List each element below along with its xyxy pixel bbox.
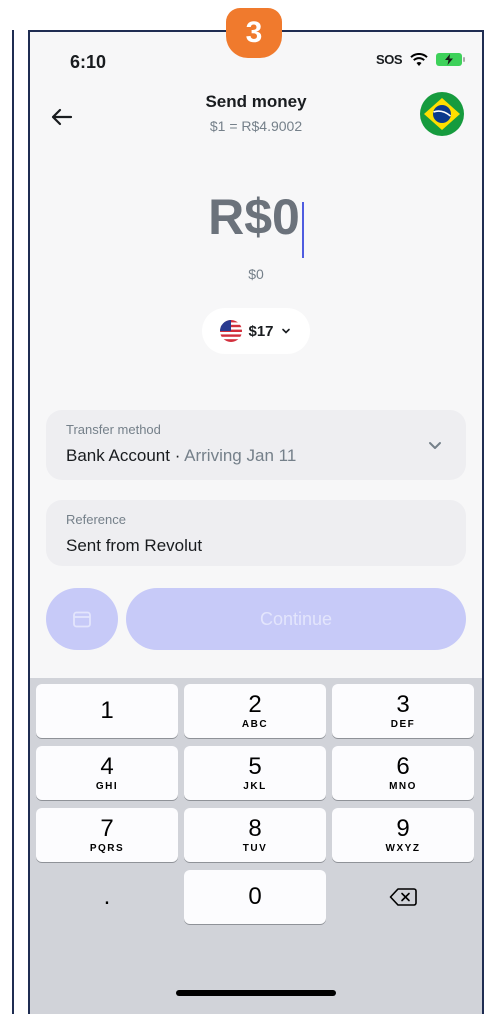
key-letters: GHI bbox=[95, 780, 119, 792]
step-number: 3 bbox=[245, 16, 263, 49]
transfer-method-field[interactable]: Transfer method Bank Account · Arriving … bbox=[46, 410, 466, 480]
header: Send money $1 = R$4.9002 bbox=[30, 92, 482, 152]
key-digit: 2 bbox=[248, 690, 262, 718]
amount-input[interactable]: R$0 bbox=[208, 188, 300, 246]
transfer-method-name: Bank Account bbox=[66, 446, 170, 465]
keypad-grid: 1 2 ABC 3 DEF 4 GHI 5 JKL 6 MNO 7 PQRS 8 TUV 9 WXYZ. 0 bbox=[36, 684, 476, 924]
continue-button[interactable]: Continue bbox=[126, 588, 466, 650]
key-4[interactable]: 4 GHI bbox=[36, 746, 178, 800]
separator: · bbox=[169, 446, 185, 465]
left-border bbox=[12, 30, 14, 1014]
key-letters: PQRS bbox=[89, 842, 125, 854]
key-digit: 9 bbox=[396, 814, 410, 842]
key-decimal[interactable]: . bbox=[36, 870, 178, 924]
key-letters: WXYZ bbox=[385, 842, 421, 854]
key-digit: 5 bbox=[248, 752, 262, 780]
key-letters: JKL bbox=[243, 780, 267, 792]
key-letters: MNO bbox=[389, 780, 417, 792]
delete-key[interactable] bbox=[332, 870, 474, 924]
battery-icon bbox=[436, 53, 465, 66]
schedule-button[interactable] bbox=[46, 588, 118, 650]
phone-screen: 6:10 SOS Send money $1 = R$4.9002 R$0 $0… bbox=[28, 30, 484, 1014]
action-row: Continue bbox=[46, 588, 466, 650]
key-digit: 0 bbox=[248, 883, 262, 910]
key-letters: ABC bbox=[241, 718, 269, 730]
us-flag-icon bbox=[220, 320, 243, 342]
transfer-method-label: Transfer method bbox=[66, 422, 161, 437]
key-8[interactable]: 8 TUV bbox=[184, 808, 326, 862]
key-digit: 8 bbox=[248, 814, 262, 842]
chevron-down-icon bbox=[281, 328, 290, 334]
numeric-keyboard: 1 2 ABC 3 DEF 4 GHI 5 JKL 6 MNO 7 PQRS 8 TUV 9 WXYZ. 0 bbox=[30, 678, 482, 1014]
status-time: 6:10 bbox=[70, 52, 107, 72]
key-digit: 3 bbox=[396, 690, 410, 718]
status-icons: SOS bbox=[376, 52, 465, 67]
key-5[interactable]: 5 JKL bbox=[184, 746, 326, 800]
key-digit: 6 bbox=[396, 752, 410, 780]
sos-indicator: SOS bbox=[376, 52, 402, 67]
reference-value[interactable]: Sent from Revolut bbox=[66, 536, 202, 556]
brazil-flag-icon[interactable] bbox=[420, 92, 464, 136]
key-letters: DEF bbox=[390, 718, 416, 730]
key-digit: 1 bbox=[100, 697, 114, 724]
currency-balance: $17 bbox=[248, 322, 274, 340]
calendar-icon bbox=[73, 611, 91, 628]
wifi-icon bbox=[410, 52, 428, 66]
home-indicator[interactable] bbox=[176, 990, 336, 996]
key-7[interactable]: 7 PQRS bbox=[36, 808, 178, 862]
key-0[interactable]: 0 bbox=[184, 870, 326, 924]
exchange-rate: $1 = R$4.9002 bbox=[209, 118, 303, 134]
text-caret bbox=[301, 201, 304, 258]
reference-field[interactable]: Reference Sent from Revolut bbox=[46, 500, 466, 566]
key-digit: 7 bbox=[100, 814, 114, 842]
amount-input-area[interactable]: R$0 bbox=[30, 188, 482, 258]
key-letters: TUV bbox=[242, 842, 268, 854]
key-1[interactable]: 1 bbox=[36, 684, 178, 738]
currency-selector[interactable]: $17 bbox=[202, 308, 310, 354]
key-digit: . bbox=[103, 883, 111, 910]
step-badge: 3 bbox=[226, 8, 282, 58]
transfer-method-value: Bank Account · Arriving Jan 11 bbox=[66, 446, 296, 466]
reference-label: Reference bbox=[66, 512, 126, 527]
page-title: Send money bbox=[205, 92, 307, 111]
key-digit: 4 bbox=[100, 752, 114, 780]
key-9[interactable]: 9 WXYZ bbox=[332, 808, 474, 862]
converted-amount: $0 bbox=[248, 266, 264, 282]
key-6[interactable]: 6 MNO bbox=[332, 746, 474, 800]
arrival-eta: Arriving Jan 11 bbox=[184, 446, 297, 465]
backspace-icon bbox=[389, 888, 417, 906]
title-block: Send money $1 = R$4.9002 bbox=[30, 92, 482, 134]
chevron-down-icon[interactable] bbox=[426, 436, 444, 454]
key-2[interactable]: 2 ABC bbox=[184, 684, 326, 738]
key-3[interactable]: 3 DEF bbox=[332, 684, 474, 738]
